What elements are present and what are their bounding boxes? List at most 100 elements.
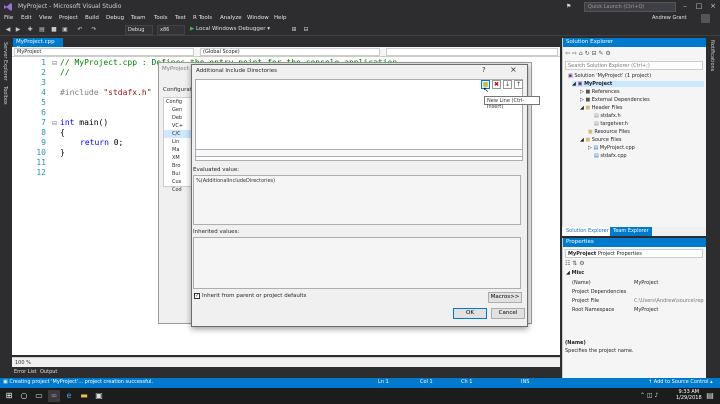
property-name[interactable]: Project Dependencies bbox=[572, 289, 626, 295]
tree-item[interactable]: ▷ ▤ MyProject.cpp bbox=[588, 145, 635, 151]
tree-item[interactable]: ◢ ■ Header Files bbox=[580, 105, 623, 111]
tab-myproject-cpp[interactable]: MyProject.cpp × bbox=[13, 38, 63, 51]
directories-list-scrollbar[interactable] bbox=[195, 149, 523, 157]
menu-team[interactable]: Team bbox=[131, 15, 146, 21]
tree-item[interactable]: C/C bbox=[164, 130, 192, 138]
menu-analyze[interactable]: Analyze bbox=[220, 15, 242, 21]
property-value[interactable]: MyProject bbox=[634, 280, 658, 286]
tree-item[interactable]: ▤ stdafx.h bbox=[594, 113, 621, 119]
menu-file[interactable]: File bbox=[4, 15, 13, 21]
tab-error-list[interactable]: Error List bbox=[14, 369, 37, 375]
tree-item[interactable]: ▷ ■ References bbox=[580, 89, 620, 95]
toolbar-tool-icon[interactable]: ⊞ bbox=[290, 26, 298, 34]
server-explorer-tab[interactable]: Server Explorer bbox=[2, 42, 8, 81]
solution-search-input[interactable]: Search Solution Explorer (Ctrl+;) bbox=[565, 61, 703, 70]
tree-item[interactable]: ▤ targetver.h bbox=[594, 121, 628, 127]
menu-debug[interactable]: Debug bbox=[106, 15, 124, 21]
tree-item[interactable]: ■ Resource Files bbox=[588, 129, 630, 135]
properties-category[interactable]: ◢ Misc bbox=[566, 270, 584, 276]
property-tree[interactable]: Config Gen Deb VC+ C/C Lin Ma XM Bro Bui… bbox=[163, 97, 193, 193]
cancel-button[interactable]: Cancel bbox=[491, 308, 525, 319]
collapse-icon[interactable]: ⊟ bbox=[52, 120, 57, 127]
tree-item[interactable]: ◢ ■ Source Files bbox=[580, 137, 622, 143]
system-tray-icons[interactable]: ⌃ ◫ ♪ bbox=[640, 392, 658, 399]
source-control-button[interactable]: ↑ Add to Source Control ▴ bbox=[648, 379, 713, 385]
avatar[interactable] bbox=[701, 14, 710, 23]
property-value[interactable]: MyProject bbox=[634, 307, 658, 313]
back-icon[interactable]: ◀ bbox=[4, 26, 12, 34]
tree-item[interactable]: ▣ Solution 'MyProject' (1 project) bbox=[568, 73, 651, 79]
new-project-icon[interactable]: ✚ bbox=[26, 26, 34, 34]
property-name[interactable]: (Name) bbox=[572, 280, 591, 286]
move-up-button[interactable]: ↑ bbox=[514, 80, 523, 89]
tree-item[interactable]: XM bbox=[164, 154, 192, 162]
visual-studio-taskbar-icon[interactable]: ∞ bbox=[48, 390, 60, 402]
run-debugger-button[interactable]: ▶ Local Windows Debugger ▾ bbox=[190, 25, 270, 35]
member-nav-combo[interactable] bbox=[386, 48, 558, 56]
close-dialog-button[interactable]: × bbox=[510, 65, 517, 74]
tab-solution-explorer[interactable]: Solution Explorer bbox=[563, 227, 612, 236]
user-name[interactable]: Andrew Grant bbox=[652, 15, 687, 21]
tab-output[interactable]: Output bbox=[40, 369, 57, 375]
save-icon[interactable]: ■ bbox=[50, 26, 58, 34]
tree-item[interactable]: VC+ bbox=[164, 122, 192, 130]
search-icon[interactable]: ○ bbox=[18, 390, 30, 402]
macros-button[interactable]: Macros>> bbox=[488, 292, 522, 303]
edge-icon[interactable]: e bbox=[63, 390, 75, 402]
menu-project[interactable]: Project bbox=[59, 15, 78, 21]
tree-item[interactable]: Ma bbox=[164, 146, 192, 154]
delete-line-button[interactable]: ✖ bbox=[492, 80, 501, 89]
forward-icon[interactable]: ▶ bbox=[14, 26, 22, 34]
tree-item[interactable]: Lin bbox=[164, 138, 192, 146]
property-value[interactable]: C:\Users\Andrew\source\repos bbox=[634, 298, 704, 304]
quick-launch-input[interactable]: Quick Launch (Ctrl+Q) bbox=[584, 2, 676, 12]
tree-item[interactable]: Bui bbox=[164, 170, 192, 178]
menu-test[interactable]: Test bbox=[175, 15, 186, 21]
menu-build[interactable]: Build bbox=[85, 15, 99, 21]
task-view-icon[interactable]: ▭ bbox=[33, 390, 45, 402]
minimize-button[interactable]: – bbox=[678, 0, 692, 14]
inherit-checkbox-label[interactable]: Inherit from parent or project defaults bbox=[202, 293, 306, 299]
scope-nav-combo[interactable]: (Global Scope) bbox=[200, 48, 380, 56]
menu-rtools[interactable]: R Tools bbox=[193, 15, 212, 21]
tree-item[interactable]: ▤ stdafx.cpp bbox=[594, 153, 627, 159]
store-icon[interactable]: ▣ bbox=[93, 390, 105, 402]
maximize-button[interactable]: □ bbox=[692, 0, 706, 14]
redo-icon[interactable]: ↷ bbox=[90, 26, 98, 34]
collapse-icon[interactable]: ⊟ bbox=[52, 60, 57, 67]
project-nav-combo[interactable]: MyProject bbox=[14, 48, 194, 56]
file-explorer-icon[interactable]: ▬ bbox=[78, 390, 90, 402]
config-combo[interactable]: Debug bbox=[125, 25, 153, 35]
menu-help[interactable]: Help bbox=[274, 15, 287, 21]
toolbox-tab[interactable]: Toolbox bbox=[2, 86, 8, 105]
menu-window[interactable]: Window bbox=[247, 15, 269, 21]
save-all-icon[interactable]: ▣ bbox=[61, 26, 69, 34]
inherited-values-box[interactable] bbox=[193, 237, 521, 289]
tree-item[interactable]: Gen bbox=[164, 106, 192, 114]
property-name[interactable]: Root Namespace bbox=[572, 307, 614, 313]
property-name[interactable]: Project File bbox=[572, 298, 599, 304]
platform-combo[interactable]: x86 bbox=[157, 25, 185, 35]
toolbar-tool-icon-2[interactable]: ⊟ bbox=[302, 26, 310, 34]
taskbar-clock[interactable]: 9:33 AM 1/29/2018 bbox=[676, 389, 702, 401]
help-button[interactable]: ? bbox=[482, 66, 486, 74]
tree-item[interactable]: Config bbox=[164, 98, 192, 106]
tree-item[interactable]: ▷ ■ External Dependencies bbox=[580, 97, 650, 103]
menu-tools[interactable]: Tools bbox=[154, 15, 168, 21]
tab-team-explorer[interactable]: Team Explorer bbox=[610, 227, 652, 236]
menu-view[interactable]: View bbox=[39, 15, 52, 21]
tree-item[interactable]: Cus bbox=[164, 178, 192, 186]
tree-item[interactable]: Cod bbox=[164, 186, 192, 194]
move-down-button[interactable]: ↓ bbox=[503, 80, 512, 89]
properties-object-combo[interactable]: MyProject Project Properties bbox=[565, 249, 703, 258]
close-window-button[interactable]: × bbox=[706, 0, 720, 14]
open-file-icon[interactable]: ▤ bbox=[38, 26, 46, 34]
inherit-checkbox[interactable]: ✓ bbox=[194, 293, 200, 299]
menu-edit[interactable]: Edit bbox=[21, 15, 32, 21]
notifications-icon[interactable]: ▤ bbox=[704, 390, 716, 402]
ok-button[interactable]: OK bbox=[453, 308, 487, 319]
undo-icon[interactable]: ↶ bbox=[76, 26, 84, 34]
zoom-level[interactable]: 100 % bbox=[15, 360, 31, 366]
tree-item-selected[interactable]: ◢ ▣ MyProject bbox=[572, 81, 704, 87]
start-button[interactable]: ⊞ bbox=[3, 390, 15, 402]
